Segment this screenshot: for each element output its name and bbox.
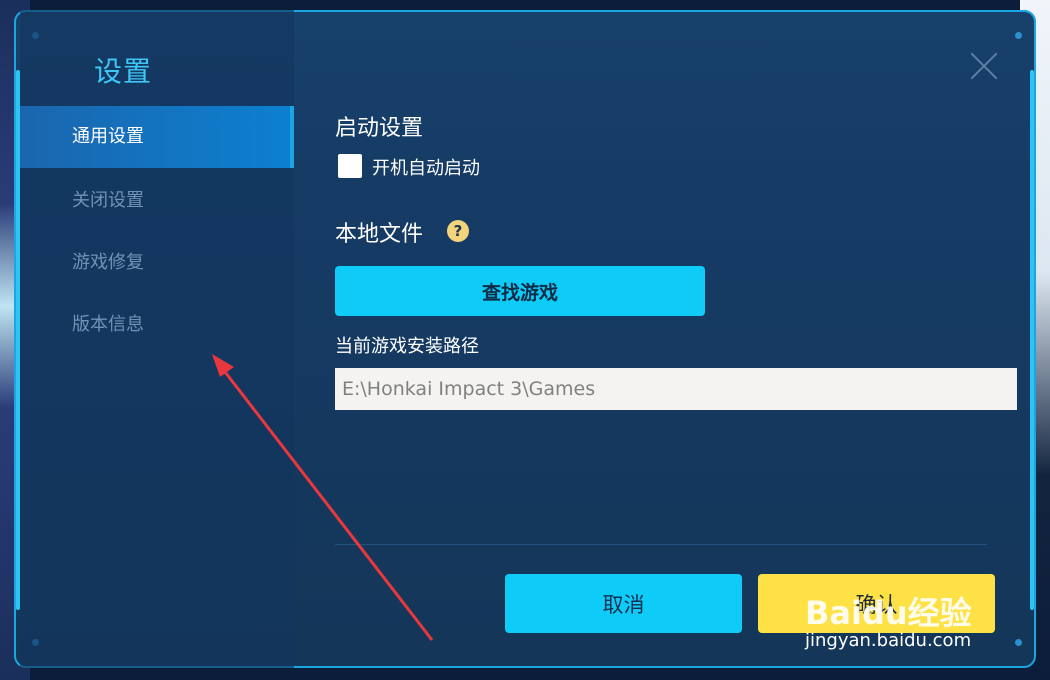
settings-dialog: 设置 通用设置 关闭设置 游戏修复 版本信息 启动设置 开机自动启动 本地文件 …: [14, 10, 1036, 668]
help-icon[interactable]: ?: [447, 220, 469, 242]
local-files-section-title: 本地文件: [335, 222, 424, 247]
confirm-button[interactable]: 确认: [758, 574, 995, 633]
sidebar-item-game-repair[interactable]: 游戏修复: [20, 232, 294, 294]
startup-section-title: 启动设置: [335, 116, 424, 141]
autostart-label: 开机自动启动: [372, 158, 480, 179]
footer-divider: [335, 544, 987, 545]
sidebar-item-general[interactable]: 通用设置: [20, 106, 294, 168]
corner-dot: [1015, 639, 1022, 646]
dialog-edge-glow-right: [1030, 70, 1034, 610]
settings-sidebar: 设置 通用设置 关闭设置 游戏修复 版本信息: [20, 10, 294, 668]
install-path-label: 当前游戏安装路径: [335, 336, 479, 357]
dialog-title: 设置: [94, 55, 153, 88]
corner-dot: [1015, 32, 1022, 39]
sidebar-item-close-settings[interactable]: 关闭设置: [20, 170, 294, 232]
autostart-checkbox[interactable]: [338, 154, 362, 178]
sidebar-item-version-info[interactable]: 版本信息: [20, 294, 294, 356]
close-icon[interactable]: [968, 50, 1000, 82]
install-path-field[interactable]: E:\Honkai Impact 3\Games: [335, 368, 1017, 410]
cancel-button[interactable]: 取消: [505, 574, 742, 633]
find-game-button[interactable]: 查找游戏: [335, 266, 705, 316]
